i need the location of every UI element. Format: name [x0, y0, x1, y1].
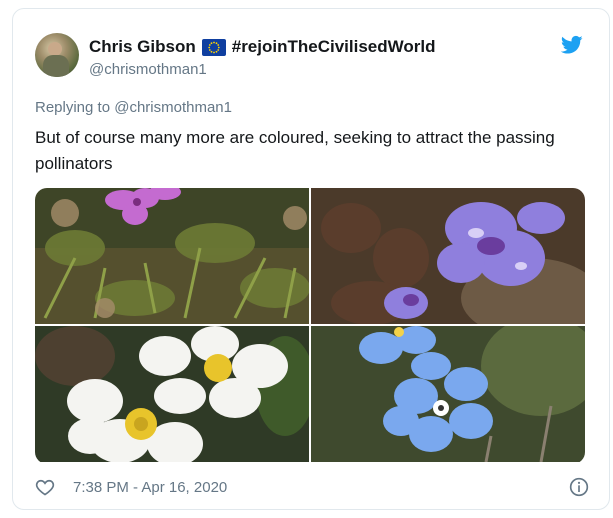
- info-icon[interactable]: [569, 477, 589, 497]
- heart-icon[interactable]: [35, 477, 55, 497]
- media-grid: [35, 188, 585, 464]
- display-name[interactable]: Chris Gibson: [89, 37, 196, 57]
- author-name-row[interactable]: Chris Gibson #rejoinTheCivilisedWorld: [89, 37, 435, 57]
- profile-hashtag[interactable]: #rejoinTheCivilisedWorld: [232, 37, 436, 57]
- tweet-text: But of course many more are coloured, se…: [35, 128, 555, 173]
- replying-to: Replying to @chrismothman1: [35, 99, 232, 116]
- photo-pink-flower-moss[interactable]: [35, 188, 309, 324]
- tweet-card[interactable]: Chris Gibson #rejoinTheCivilisedWorld @c…: [12, 8, 610, 510]
- replying-prefix: Replying to: [35, 99, 111, 116]
- tweet-footer: 7:38 PM - Apr 16, 2020: [35, 477, 589, 497]
- eu-flag-icon: [201, 38, 226, 56]
- photo-purple-hairy-flower[interactable]: [311, 188, 585, 324]
- avatar[interactable]: [35, 33, 79, 77]
- twitter-bird-icon[interactable]: [561, 35, 583, 55]
- author-handle[interactable]: @chrismothman1: [89, 61, 207, 78]
- replying-to-handle-link[interactable]: @chrismothman1: [114, 99, 232, 116]
- tweet-timestamp[interactable]: 7:38 PM - Apr 16, 2020: [73, 479, 227, 496]
- photo-white-flowers[interactable]: [35, 326, 309, 462]
- photo-blue-forget-me-nots[interactable]: [311, 326, 585, 462]
